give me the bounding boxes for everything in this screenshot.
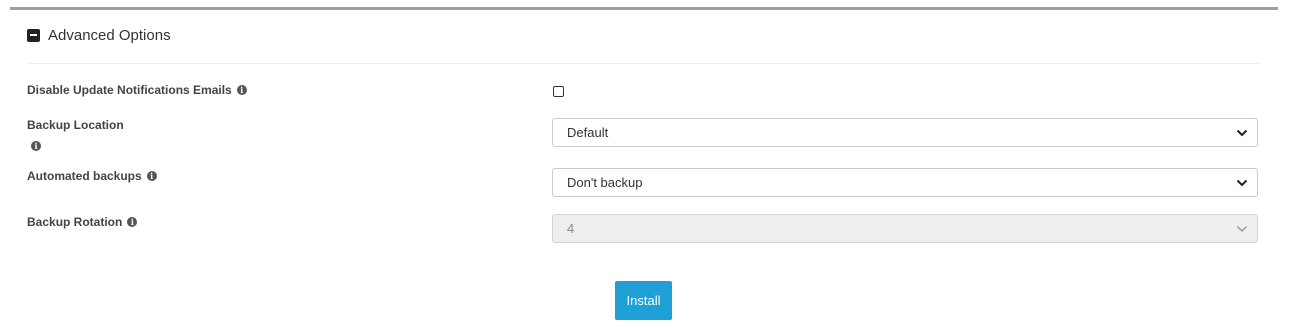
install-button[interactable]: Install — [615, 281, 672, 320]
automated-backups-label-text: Automated backups — [27, 169, 142, 183]
info-icon[interactable]: i — [127, 217, 138, 227]
minus-square-icon[interactable] — [27, 28, 40, 42]
chevron-down-icon — [1227, 169, 1257, 196]
automated-backups-label: Automated backups i — [27, 169, 157, 183]
automated-backups-select[interactable]: Don't backup — [552, 168, 1258, 197]
backup-location-value: Default — [567, 125, 609, 140]
disable-notifications-label: Disable Update Notifications Emails i — [27, 83, 247, 97]
info-icon[interactable]: i — [236, 85, 247, 95]
chevron-down-icon — [1227, 215, 1257, 242]
top-border — [10, 7, 1278, 10]
disable-notifications-label-text: Disable Update Notifications Emails — [27, 83, 232, 97]
advanced-options-header[interactable]: Advanced Options — [27, 24, 171, 46]
backup-rotation-label: Backup Rotation i — [27, 215, 138, 229]
section-title: Advanced Options — [48, 26, 171, 44]
backup-location-label-text: Backup Location — [27, 118, 124, 132]
chevron-down-icon — [1227, 119, 1257, 146]
backup-rotation-value: 4 — [567, 221, 575, 236]
disable-notifications-checkbox[interactable] — [553, 86, 564, 97]
header-divider — [27, 63, 1261, 64]
automated-backups-value: Don't backup — [567, 175, 643, 190]
info-icon[interactable]: i — [146, 171, 157, 181]
backup-rotation-label-text: Backup Rotation — [27, 215, 123, 229]
info-icon[interactable]: i — [31, 141, 41, 151]
backup-rotation-select: 4 — [552, 214, 1258, 243]
backup-location-select[interactable]: Default — [552, 118, 1258, 147]
backup-location-label: Backup Location — [27, 118, 124, 132]
